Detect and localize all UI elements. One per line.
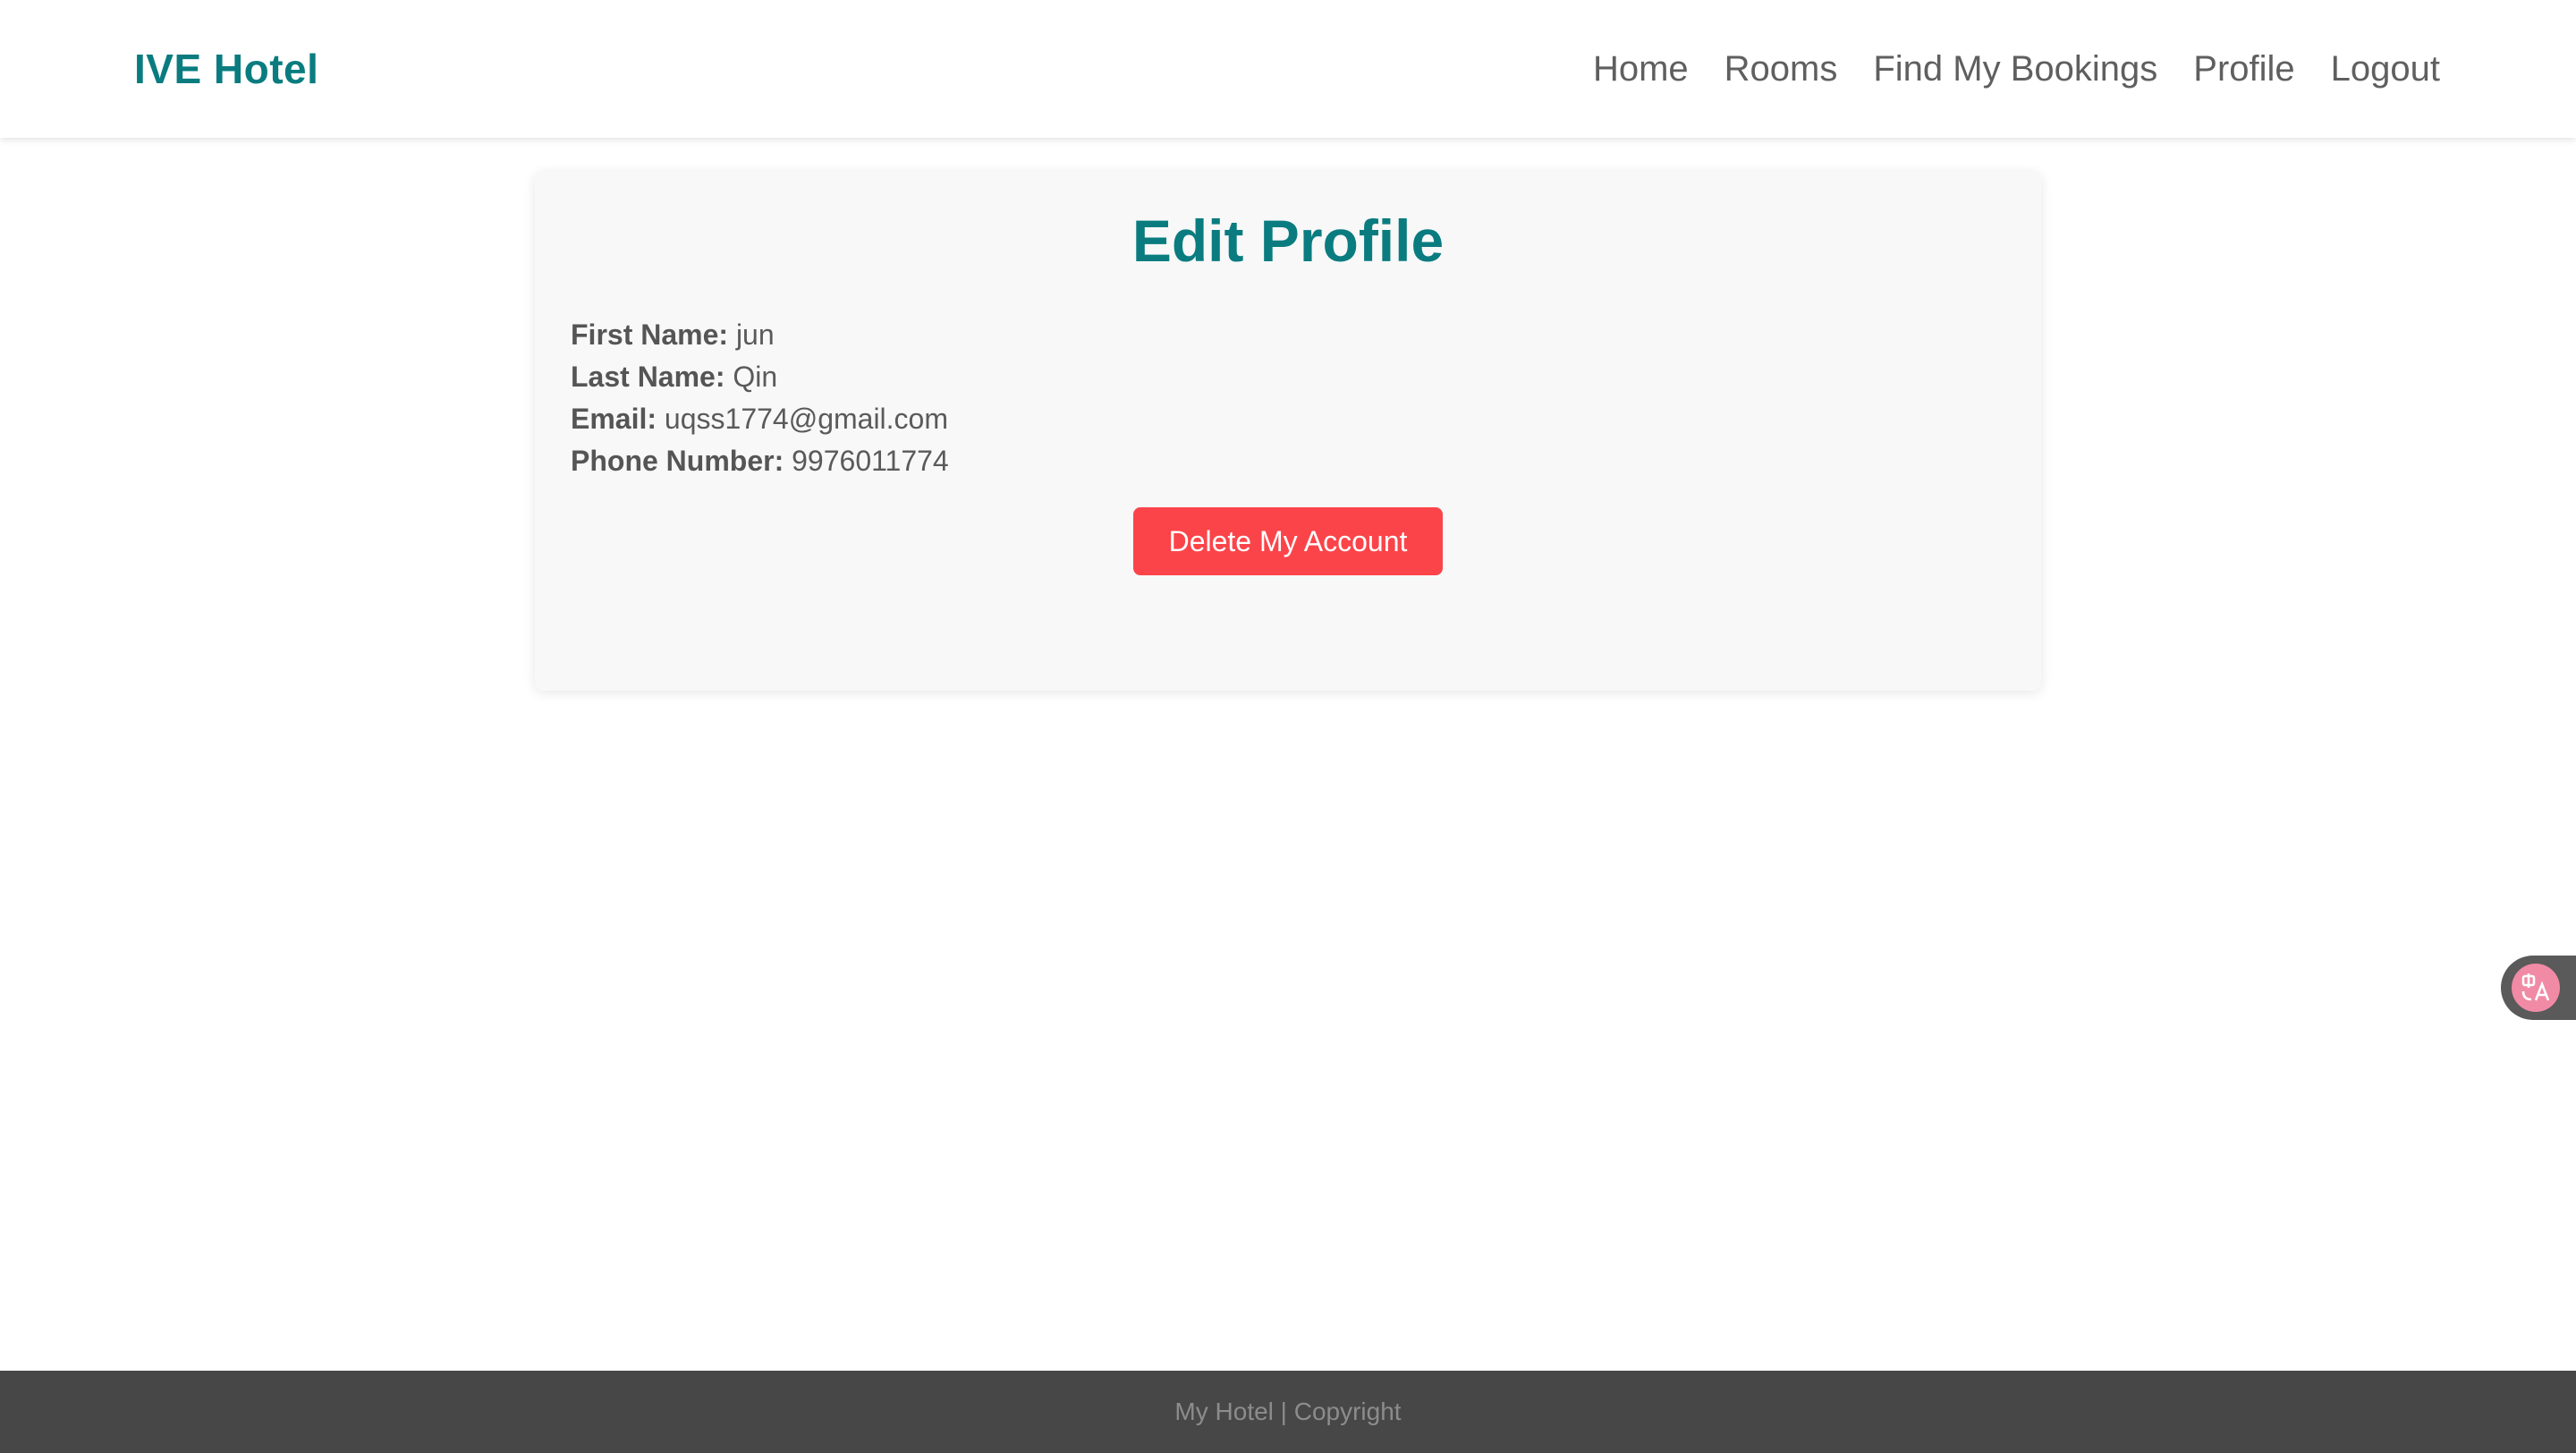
last-name-value: Qin	[733, 361, 778, 394]
translate-glyph-icon	[2521, 973, 2550, 1001]
phone-number-row: Phone Number: 9976011774	[571, 440, 2005, 482]
nav-rooms-link[interactable]: Rooms	[1724, 49, 1838, 89]
first-name-row: First Name: jun	[571, 314, 2005, 356]
main-nav: Home Rooms Find My Bookings Profile Logo…	[1593, 49, 2440, 89]
last-name-label: Last Name:	[571, 361, 725, 394]
first-name-value: jun	[735, 319, 775, 352]
top-navbar: IVE Hotel Home Rooms Find My Bookings Pr…	[0, 0, 2576, 138]
nav-find-bookings-link[interactable]: Find My Bookings	[1873, 49, 2157, 89]
page-title: Edit Profile	[1131, 208, 1445, 274]
nav-home-link[interactable]: Home	[1593, 49, 1689, 89]
delete-account-button[interactable]: Delete My Account	[1133, 507, 1443, 576]
profile-fields: First Name: jun Last Name: Qin Email: uq…	[571, 314, 2005, 482]
email-label: Email:	[571, 403, 657, 436]
delete-button-wrapper: Delete My Account	[571, 507, 2005, 576]
email-row: Email: uqss1774@gmail.com	[571, 398, 2005, 440]
translate-icon[interactable]	[2512, 964, 2560, 1012]
brand-logo[interactable]: IVE Hotel	[134, 45, 318, 93]
phone-number-value: 9976011774	[792, 445, 949, 478]
profile-card: Edit Profile First Name: jun Last Name: …	[535, 172, 2041, 691]
page-footer: My Hotel | Copyright	[0, 1371, 2576, 1453]
translate-widget[interactable]	[2501, 956, 2576, 1020]
nav-logout-link[interactable]: Logout	[2331, 49, 2440, 89]
nav-profile-link[interactable]: Profile	[2193, 49, 2294, 89]
footer-copyright: My Hotel | Copyright	[1174, 1398, 1402, 1425]
first-name-label: First Name:	[571, 319, 729, 352]
last-name-row: Last Name: Qin	[571, 356, 2005, 398]
email-value: uqss1774@gmail.com	[664, 403, 948, 436]
phone-number-label: Phone Number:	[571, 445, 784, 478]
